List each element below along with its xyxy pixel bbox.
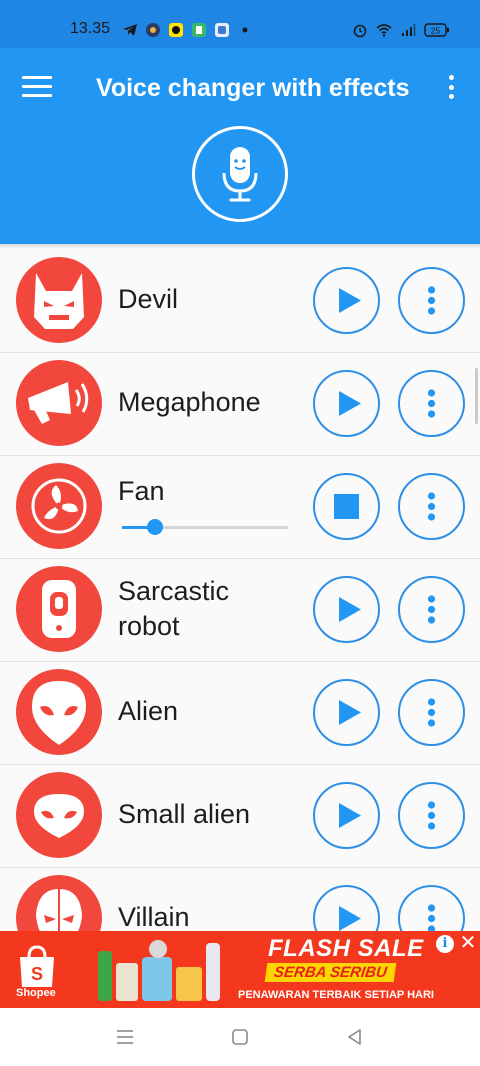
fan-icon	[31, 478, 87, 534]
play-button[interactable]	[313, 885, 380, 931]
play-button[interactable]	[313, 679, 380, 746]
effect-avatar	[16, 360, 102, 446]
effect-options-button[interactable]	[398, 370, 465, 437]
ad-info-icon[interactable]: i	[436, 935, 454, 953]
system-nav-bar	[0, 1008, 480, 1066]
ad-headline: FLASH SALE	[268, 935, 424, 962]
play-button[interactable]	[313, 370, 380, 437]
play-icon	[339, 597, 361, 622]
play-icon	[339, 391, 361, 416]
effect-avatar	[16, 257, 102, 343]
app-notification-icon	[146, 23, 160, 37]
dot-icon	[242, 27, 248, 33]
more-vertical-icon	[427, 595, 436, 624]
more-vertical-icon	[427, 389, 436, 418]
status-bar: 13.35 25	[0, 0, 480, 48]
more-vertical-icon[interactable]	[444, 72, 458, 102]
ad-brand: Shopee	[16, 987, 56, 999]
status-notification-icons	[122, 22, 253, 38]
more-vertical-icon	[427, 904, 436, 931]
play-button[interactable]	[313, 267, 380, 334]
ad-tagline: SERBA SERIBU	[264, 963, 397, 982]
more-vertical-icon	[427, 801, 436, 830]
scrollbar[interactable]	[475, 368, 478, 424]
stop-icon	[334, 494, 359, 519]
effect-options-button[interactable]	[398, 782, 465, 849]
status-system-icons: 25	[352, 22, 450, 38]
effect-options-button[interactable]	[398, 679, 465, 746]
effect-label: Fan	[118, 476, 165, 506]
effect-row-alien[interactable]: Alien	[0, 662, 480, 765]
stop-button[interactable]	[313, 473, 380, 540]
back-icon[interactable]	[344, 1026, 366, 1048]
recent-apps-icon[interactable]	[114, 1026, 136, 1048]
more-vertical-icon	[427, 698, 436, 727]
effect-row-fan[interactable]: Fan	[0, 456, 480, 559]
effect-label: Megaphone	[118, 387, 261, 417]
ad-close-icon[interactable]: ✕	[458, 933, 478, 953]
play-button[interactable]	[313, 576, 380, 643]
effect-avatar	[16, 772, 102, 858]
play-icon	[339, 803, 361, 828]
megaphone-icon	[28, 382, 89, 424]
effect-options-button[interactable]	[398, 267, 465, 334]
effect-row-villain[interactable]: Villain	[0, 868, 480, 931]
alarm-icon	[353, 24, 367, 38]
app-notification-icon	[192, 23, 206, 37]
app-notification-icon	[169, 23, 183, 37]
effect-label: Devil	[118, 284, 179, 314]
microphone-icon	[222, 147, 258, 202]
play-icon	[339, 700, 361, 725]
ad-banner[interactable]: S Shopee FLASH SALE SERBA SERIBU PENAWAR…	[0, 931, 480, 1008]
alien-icon	[32, 681, 86, 745]
slider-thumb[interactable]	[147, 519, 163, 535]
more-vertical-icon	[427, 286, 436, 315]
ad-products-image	[98, 940, 220, 1001]
wifi-icon	[376, 24, 392, 37]
telegram-icon	[123, 24, 137, 36]
ad-subtext: PENAWARAN TERBAIK SETIAP HARI	[238, 989, 434, 1001]
effect-row-megaphone[interactable]: Megaphone	[0, 353, 480, 456]
effect-options-button[interactable]	[398, 473, 465, 540]
effect-label: Villain	[118, 902, 190, 931]
app-title: Voice changer with effects	[96, 74, 410, 102]
svg-text:S: S	[31, 964, 43, 984]
play-icon	[339, 288, 361, 313]
more-vertical-icon	[427, 492, 436, 521]
home-icon[interactable]	[229, 1026, 251, 1048]
battery-level: 25	[431, 26, 441, 36]
effects-list[interactable]: Devil Megaphone Fan Sarcastic robot Alie…	[0, 250, 480, 931]
play-button[interactable]	[313, 782, 380, 849]
effect-avatar	[16, 463, 102, 549]
effect-label: Sarcastic robot	[118, 576, 230, 641]
signal-icon	[402, 24, 416, 36]
effect-row-small-alien[interactable]: Small alien	[0, 765, 480, 868]
effect-avatar	[16, 566, 102, 652]
robot-icon	[42, 580, 76, 638]
status-time: 13.35	[70, 20, 111, 37]
villain-icon	[36, 889, 82, 931]
effect-options-button[interactable]	[398, 576, 465, 643]
effect-row-devil[interactable]: Devil	[0, 250, 480, 353]
devil-icon	[34, 273, 84, 329]
effect-avatar	[16, 669, 102, 755]
effect-intensity-slider[interactable]	[120, 517, 290, 537]
app-bar: Voice changer with effects	[0, 48, 480, 244]
effect-label: Small alien	[118, 799, 251, 829]
effect-avatar	[16, 875, 102, 931]
app-notification-icon	[215, 23, 229, 37]
play-icon	[339, 906, 361, 931]
effect-row-sarcastic-robot[interactable]: Sarcastic robot	[0, 559, 480, 662]
hamburger-icon[interactable]	[22, 76, 52, 98]
effect-options-button[interactable]	[398, 885, 465, 931]
record-button[interactable]	[192, 126, 288, 222]
small-alien-icon	[34, 794, 84, 838]
effect-label: Alien	[118, 696, 179, 726]
battery-icon: 25	[424, 23, 449, 37]
